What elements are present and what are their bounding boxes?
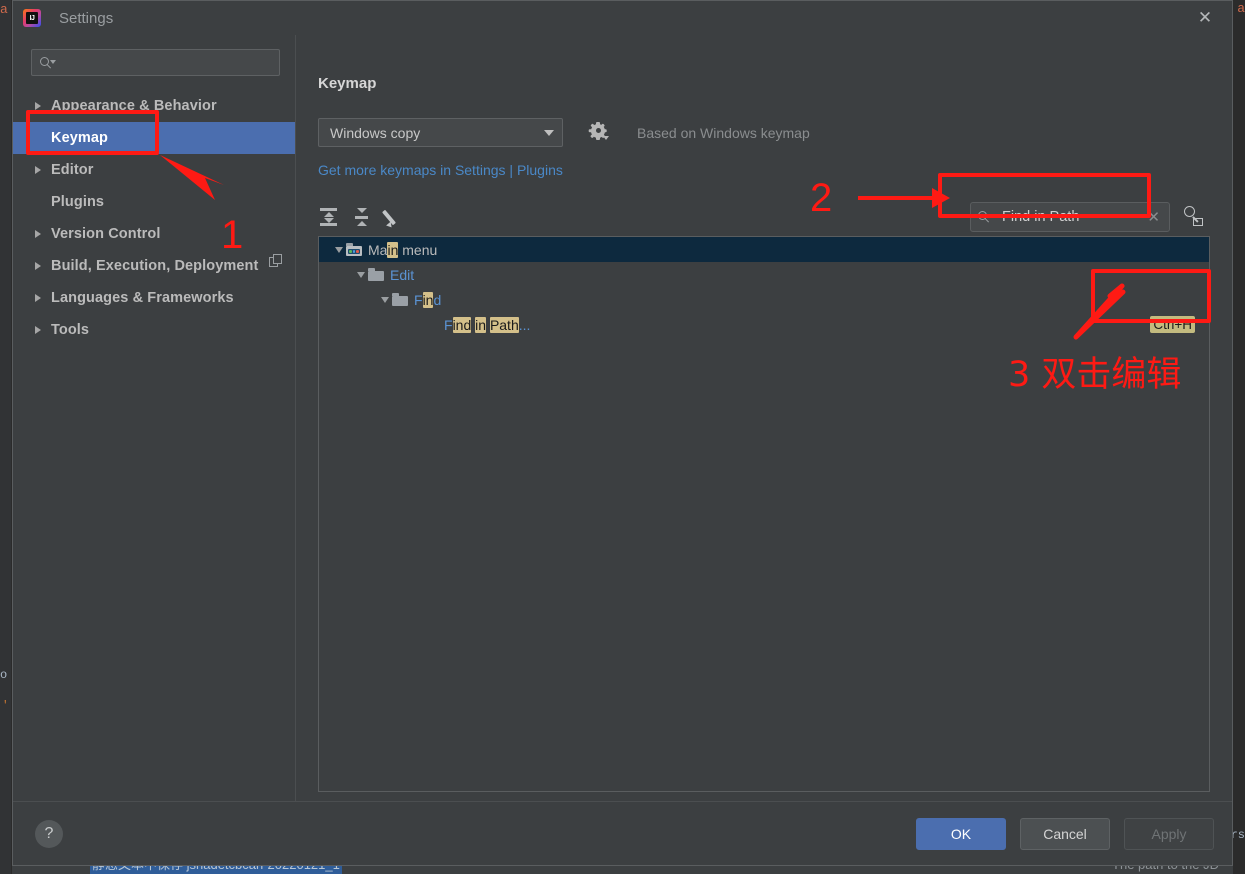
- chevron-right-icon: [35, 230, 51, 238]
- keymap-search-value: Find in Path: [1002, 209, 1080, 225]
- tree-row[interactable]: Edit: [319, 262, 1209, 287]
- keymap-based-on-label: Based on Windows keymap: [637, 124, 810, 141]
- keymap-dropdown-value: Windows copy: [330, 124, 421, 141]
- keymap-search-field[interactable]: Find in Path ✕: [970, 202, 1170, 232]
- folder-icon: [368, 268, 384, 281]
- gear-icon[interactable]: [588, 121, 610, 143]
- search-icon: [40, 56, 56, 70]
- search-input[interactable]: [60, 55, 271, 70]
- sidebar-item-plugins[interactable]: Plugins: [13, 186, 295, 218]
- tree-row[interactable]: Find: [319, 287, 1209, 312]
- keymap-settings-panel: Keymap Windows copy Based on Windows key…: [296, 35, 1232, 801]
- main-menu-folder-icon: [346, 243, 362, 256]
- sidebar-item-label: Editor: [51, 162, 94, 178]
- background-left-strip: a o ': [0, 0, 12, 874]
- sidebar-item-editor[interactable]: Editor: [13, 154, 295, 186]
- sidebar-item-label: Appearance & Behavior: [51, 98, 217, 114]
- get-more-keymaps-link[interactable]: Get more keymaps in Settings | Plugins: [318, 162, 1210, 178]
- chevron-right-icon: [35, 326, 51, 334]
- chevron-down-icon: [544, 129, 554, 136]
- settings-dialog: IJ Settings ✕ Appearance & Behavior Keym…: [12, 0, 1233, 866]
- chevron-right-icon: [35, 294, 51, 302]
- sidebar-item-label: Keymap: [51, 130, 109, 146]
- close-icon[interactable]: ✕: [1188, 7, 1222, 29]
- chevron-right-icon: [35, 166, 51, 174]
- chevron-right-icon: [35, 102, 51, 110]
- sidebar-item-label: Plugins: [51, 194, 105, 210]
- folder-icon: [392, 293, 408, 306]
- sidebar-item-label: Tools: [51, 322, 90, 338]
- intellij-idea-logo-icon: IJ: [23, 9, 41, 27]
- sidebar-search-box[interactable]: [31, 49, 280, 76]
- dialog-title-bar: IJ Settings ✕: [13, 1, 1232, 35]
- background-left-tick: ': [2, 700, 9, 712]
- background-left-o: o: [0, 668, 8, 682]
- ok-button[interactable]: OK: [916, 817, 1006, 850]
- sidebar-item-label: Build, Execution, Deployment: [51, 258, 259, 274]
- copy-settings-icon[interactable]: [269, 254, 283, 268]
- tree-row[interactable]: Find in Path... Ctrl+H: [319, 312, 1209, 337]
- dialog-button-group: OK Cancel Apply: [916, 817, 1214, 850]
- dialog-body: Appearance & Behavior Keymap Editor Plug…: [13, 35, 1232, 801]
- sidebar-item-build-execution-deployment[interactable]: Build, Execution, Deployment: [13, 250, 295, 282]
- dialog-title: Settings: [59, 9, 114, 27]
- keymap-selector-row: Windows copy Based on Windows keymap: [318, 118, 1210, 147]
- tree-row-label: Find: [414, 291, 442, 308]
- cancel-button[interactable]: Cancel: [1020, 817, 1110, 850]
- settings-sidebar: Appearance & Behavior Keymap Editor Plug…: [13, 35, 296, 801]
- keymap-tree-toolbar: Find in Path ✕: [318, 200, 1210, 234]
- background-left-letter: a: [0, 2, 8, 17]
- sidebar-item-keymap[interactable]: Keymap: [13, 122, 295, 154]
- background-right-letter: a: [1237, 1, 1245, 16]
- sidebar-item-label: Version Control: [51, 226, 161, 242]
- tree-row-label: Edit: [390, 266, 415, 283]
- expand-toggle-icon[interactable]: [377, 296, 392, 303]
- dialog-footer: ? OK Cancel Apply: [13, 801, 1232, 865]
- sidebar-item-tools[interactable]: Tools: [13, 314, 295, 346]
- sidebar-item-appearance-behavior[interactable]: Appearance & Behavior: [13, 90, 295, 122]
- search-icon: [978, 210, 994, 224]
- chevron-right-icon: [35, 262, 51, 270]
- tree-row[interactable]: Main menu: [319, 237, 1209, 262]
- sidebar-category-tree: Appearance & Behavior Keymap Editor Plug…: [13, 90, 295, 346]
- tree-row-label: Find in Path...: [444, 316, 531, 333]
- expand-toggle-icon[interactable]: [331, 246, 346, 253]
- sidebar-item-languages-frameworks[interactable]: Languages & Frameworks: [13, 282, 295, 314]
- shortcut-badge[interactable]: Ctrl+H: [1150, 316, 1195, 333]
- expand-all-icon[interactable]: [318, 206, 340, 228]
- pencil-edit-icon[interactable]: [382, 206, 406, 229]
- sidebar-item-label: Languages & Frameworks: [51, 290, 234, 306]
- sidebar-item-version-control[interactable]: Version Control: [13, 218, 295, 250]
- expand-toggle-icon[interactable]: [353, 271, 368, 278]
- help-question-icon[interactable]: ?: [35, 819, 63, 848]
- chevron-down-icon: [603, 135, 609, 140]
- keymap-dropdown[interactable]: Windows copy: [318, 118, 563, 147]
- collapse-all-icon[interactable]: [351, 206, 373, 228]
- keymap-actions-tree[interactable]: Main menu Edit Find Find in Path... Ctrl…: [318, 236, 1210, 792]
- apply-button[interactable]: Apply: [1124, 817, 1214, 850]
- background-right-strip: a rs: [1231, 0, 1245, 874]
- find-by-shortcut-icon[interactable]: [1182, 205, 1206, 229]
- clear-x-icon[interactable]: ✕: [1144, 208, 1163, 226]
- tree-row-label: Main menu: [368, 241, 438, 258]
- page-title: Keymap: [318, 75, 377, 92]
